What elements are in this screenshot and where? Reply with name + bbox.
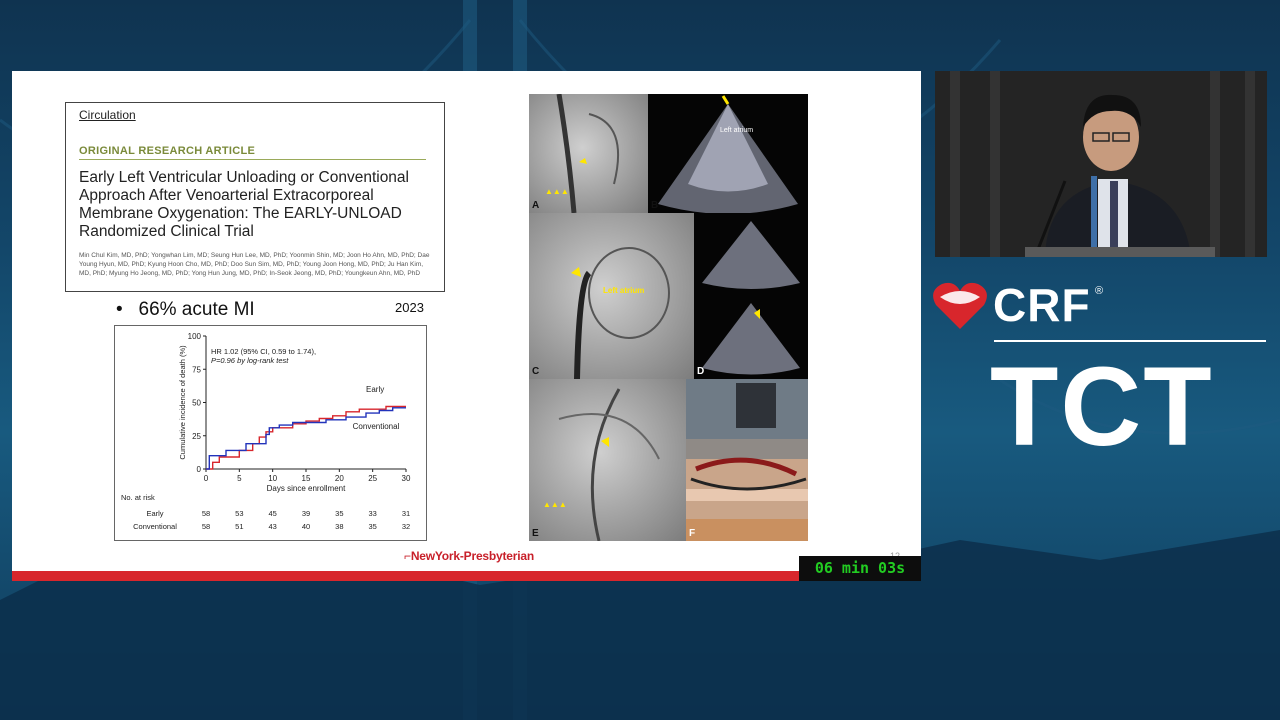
figure-label-a: A (532, 200, 540, 211)
risk-cell: 32 (402, 522, 410, 531)
journal-name: Circulation (79, 108, 136, 122)
risk-cell: 58 (202, 509, 210, 518)
y-tick-label: 25 (192, 432, 201, 441)
chart-annotation-hr: HR 1.02 (95% CI, 0.59 to 1.74), (211, 347, 316, 356)
paper-header-box: Circulation ORIGINAL RESEARCH ARTICLE Ea… (65, 102, 445, 292)
publication-year: 2023 (395, 300, 424, 315)
series-label-early: Early (366, 385, 384, 394)
presentation-timer: 06 min 03s (799, 556, 921, 581)
figure-label-e: E (532, 528, 539, 539)
series-line-early (206, 405, 406, 470)
speaker-video (935, 71, 1267, 257)
panel-c-drawing: Left atrium (571, 247, 670, 379)
bullet-point: • 66% acute MI (116, 299, 255, 320)
risk-cell: 33 (368, 509, 376, 518)
figure-panel-e: ▲▲▲ E (529, 379, 686, 541)
hospital-logo: ⌐NewYork-Presbyterian (404, 549, 534, 563)
crf-heart-logo-icon (933, 282, 987, 329)
figure-label-d: D (697, 366, 705, 377)
x-tick-label: 15 (302, 474, 311, 483)
slide-bottom-bar (12, 571, 921, 581)
paper-authors: Min Chul Kim, MD, PhD; Yongwhan Lim, MD;… (79, 252, 430, 277)
y-tick-label: 0 (197, 465, 202, 474)
risk-row-label: Early (146, 509, 163, 518)
figure-label-f: F (689, 528, 696, 539)
risk-row-label: Conventional (133, 522, 177, 531)
x-tick-label: 0 (204, 474, 209, 483)
series-line-conventional (206, 407, 406, 470)
logo-mark-icon: ⌐ (404, 549, 411, 563)
crf-wordmark: CRF (993, 279, 1091, 331)
figure-panel-f: F (686, 379, 808, 541)
svg-text:▲▲▲: ▲▲▲ (543, 500, 567, 509)
panel-a-drawing: ▲▲▲ (545, 94, 620, 213)
svg-text:▲▲▲: ▲▲▲ (545, 187, 569, 196)
y-tick-label: 75 (192, 365, 201, 374)
panel-b-drawing: Left atrium (658, 95, 798, 213)
figure-label-b: B (651, 200, 659, 211)
series-label-conventional: Conventional (353, 422, 400, 431)
panel-f-drawing (686, 379, 808, 541)
paper-title: Early Left Ventricular Unloading or Conv… (79, 169, 409, 240)
figure-panel-c: Left atrium C (529, 213, 694, 379)
speaker-video-icon (935, 71, 1267, 257)
bullet-text: 66% acute MI (138, 299, 255, 320)
risk-cell: 31 (402, 509, 410, 518)
registered-mark: ® (1095, 285, 1104, 297)
km-chart-svg: 0 25 50 75 100 0 5 10 15 20 25 30 Days since enrollm… (121, 332, 411, 531)
risk-cell: 35 (368, 522, 376, 531)
figure-label-c: C (532, 366, 540, 377)
x-tick-label: 5 (237, 474, 242, 483)
x-tick-label: 30 (402, 474, 411, 483)
risk-cell: 53 (235, 509, 243, 518)
risk-cell: 38 (335, 522, 343, 531)
x-axis-label: Days since enrollment (267, 484, 346, 493)
y-tick-label: 50 (192, 399, 201, 408)
presentation-slide: Circulation ORIGINAL RESEARCH ARTICLE Ea… (12, 71, 921, 581)
panel-c-left-atrium-label: Left atrium (603, 286, 644, 295)
risk-cell: 39 (302, 509, 310, 518)
tct-wordmark: TCT (990, 344, 1214, 469)
y-axis-label: Cumulative incidence of death (%) (178, 345, 187, 460)
panel-d-drawing (702, 221, 800, 375)
x-tick-label: 20 (335, 474, 344, 483)
figure-panel-d: D (694, 213, 808, 379)
risk-cell: 58 (202, 522, 210, 531)
figure-panel-b: Left atrium B (648, 94, 808, 213)
article-type: ORIGINAL RESEARCH ARTICLE (79, 145, 426, 160)
y-tick-label: 100 (188, 332, 202, 341)
km-chart: 0 25 50 75 100 0 5 10 15 20 25 30 Days since enrollm… (114, 325, 427, 541)
risk-cell: 43 (268, 522, 276, 531)
risk-cell: 40 (302, 522, 310, 531)
x-tick-label: 25 (368, 474, 377, 483)
risk-cell: 35 (335, 509, 343, 518)
risk-cell: 51 (235, 522, 243, 531)
panel-b-left-atrium-label: Left atrium (720, 127, 753, 134)
risk-cell: 45 (268, 509, 276, 518)
x-tick-label: 10 (268, 474, 277, 483)
chart-annotation-p: P=0.96 by log-rank test (211, 356, 289, 365)
risk-table-header: No. at risk (121, 493, 155, 502)
figure-panel-a: ▲▲▲ A (529, 94, 648, 213)
hospital-logo-text: NewYork-Presbyterian (410, 549, 534, 563)
panel-e-drawing: ▲▲▲ (543, 388, 660, 541)
